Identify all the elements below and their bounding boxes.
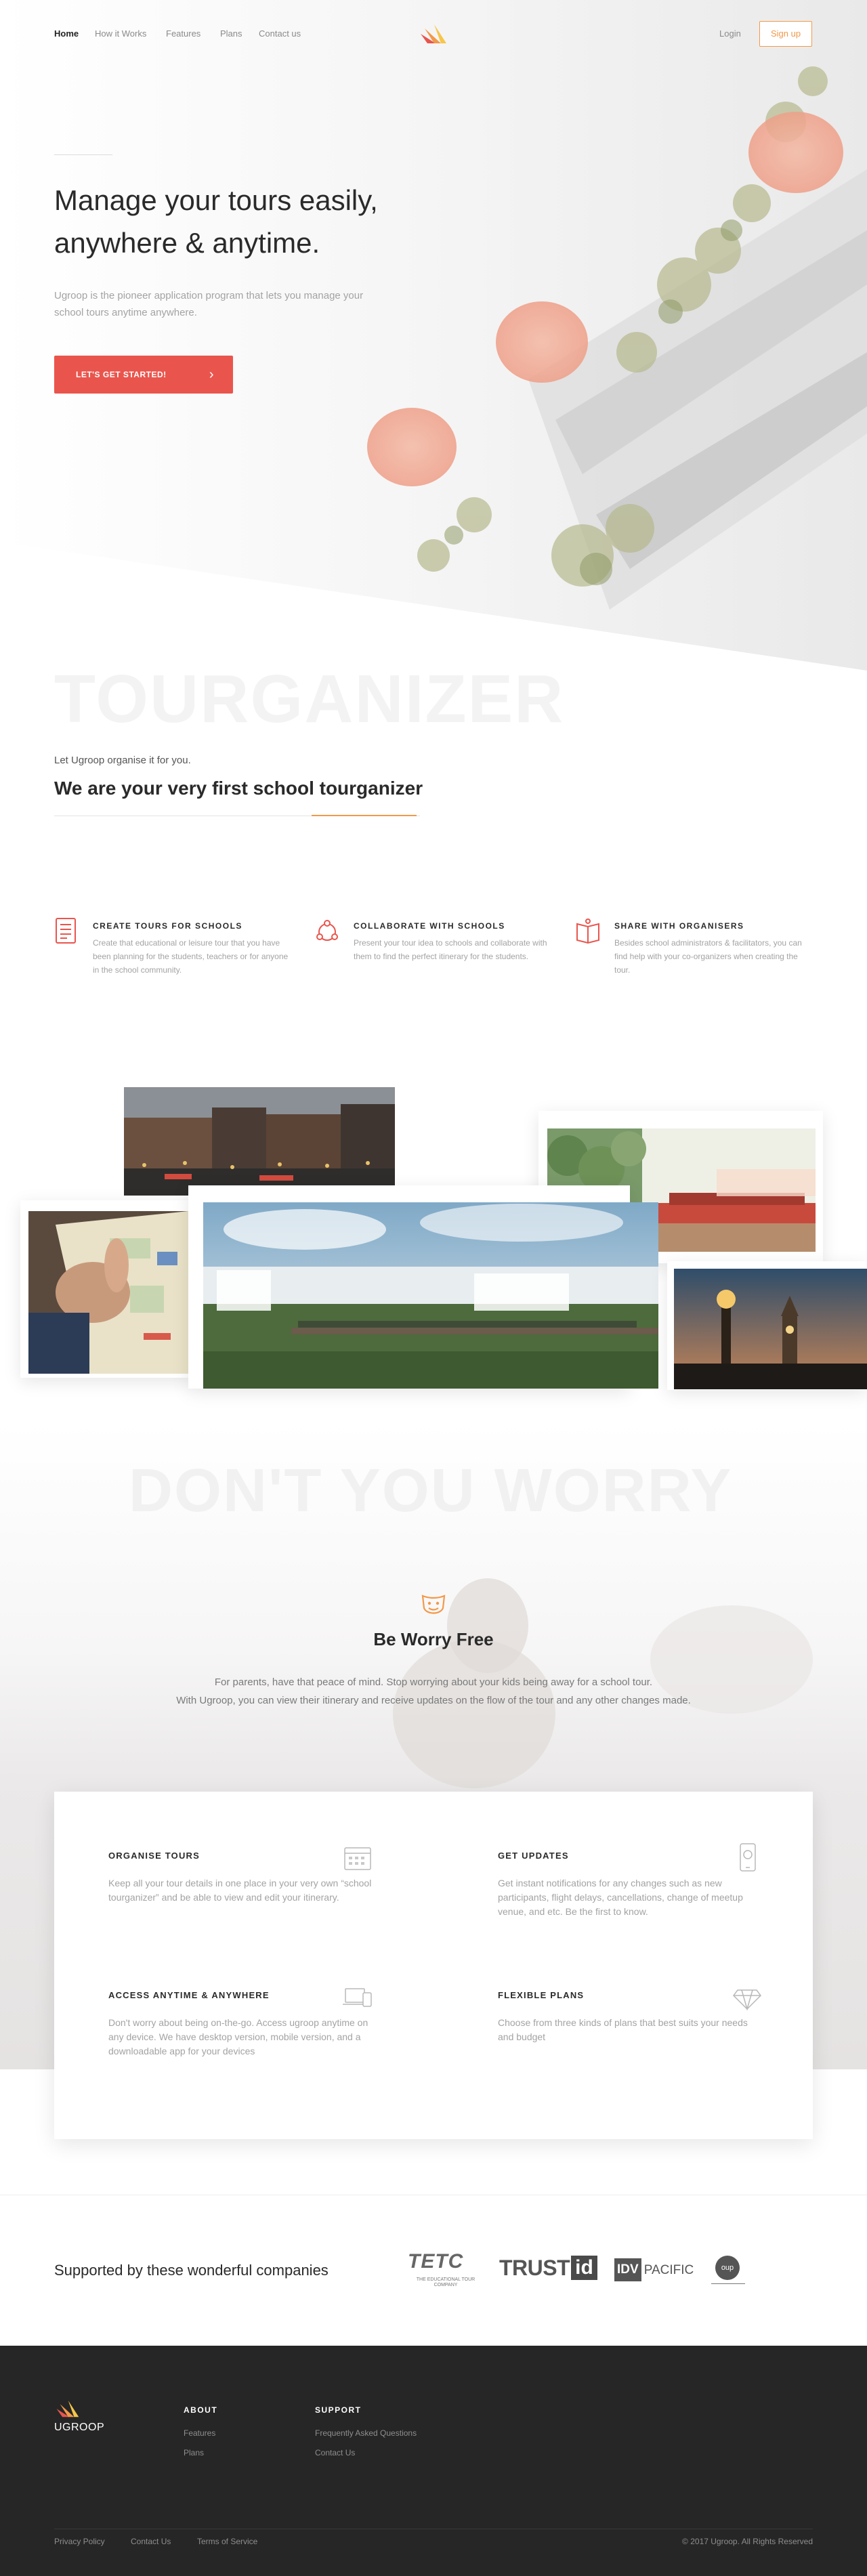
benefit-text: Choose from three kinds of plans that be…: [498, 2017, 748, 2042]
nav-contact-us[interactable]: Contact us: [259, 28, 301, 39]
partner-trust-name: TRUST: [499, 2256, 570, 2280]
document-list-icon: [56, 918, 76, 944]
footer-logo[interactable]: UGROOP: [54, 2400, 104, 2434]
feature-text: Besides school administrators & facilita…: [614, 938, 802, 975]
intro-divider-accent: [312, 815, 417, 816]
ugroop-logo-icon: [56, 2401, 79, 2417]
supporters-title: Supported by these wonderful companies: [54, 2262, 329, 2279]
worry-title: Be Worry Free: [373, 1629, 494, 1649]
benefit-title: FLEXIBLE PLANS: [498, 1990, 585, 2000]
calendar-icon: [344, 1847, 371, 1870]
nav-plans[interactable]: Plans: [220, 28, 242, 39]
map-hands-photo: [28, 1211, 188, 1374]
ugroop-logo-icon[interactable]: [418, 24, 448, 45]
benefit-text: Get instant notifications for any change…: [498, 1878, 743, 1917]
partner-tetc-tagline: THE EDUCATIONAL TOUR COMPANY: [416, 2277, 475, 2287]
hero-title-line2: anywhere & anytime.: [54, 227, 320, 259]
worry-text: For parents, have that peace of mind. St…: [95, 1673, 772, 1710]
london-night-photo: [674, 1269, 867, 1389]
benefit-text: Don't worry about being on-the-go. Acces…: [108, 2017, 368, 2056]
login-link[interactable]: Login: [719, 28, 741, 39]
partner-trustid-logo[interactable]: TRUST id: [499, 2256, 597, 2283]
benefit-title: ACCESS ANYTIME & ANYWHERE: [108, 1990, 270, 2000]
benefit-flexible-plans: FLEXIBLE PLANS Choose from three kinds o…: [498, 1989, 762, 2044]
top-navigation: Home How it Works Features Plans Contact…: [0, 0, 867, 68]
partner-idv-suffix: PACIFIC: [643, 2262, 694, 2277]
footer-about-title: ABOUT: [184, 2405, 218, 2415]
chevron-right-icon: ›: [209, 367, 214, 382]
footer-link-privacy-policy[interactable]: Privacy Policy: [54, 2537, 105, 2546]
footer-link-plans[interactable]: Plans: [184, 2448, 204, 2457]
feature-title: SHARE WITH ORGANISERS: [614, 921, 744, 931]
footer-link-features[interactable]: Features: [184, 2428, 215, 2438]
feature-text: Create that educational or leisure tour …: [93, 938, 289, 975]
partner-trust-id-mark: id: [571, 2256, 597, 2280]
footer-support-title: SUPPORT: [315, 2405, 362, 2415]
footer-link-faq[interactable]: Frequently Asked Questions: [315, 2428, 417, 2438]
hero-subtitle: Ugroop is the pioneer application progra…: [54, 290, 364, 318]
open-book-icon: [576, 919, 599, 944]
theater-masks-icon: [421, 1595, 446, 1614]
collaborate-icon: [316, 920, 338, 941]
partner-oup-underline: [711, 2283, 745, 2284]
devices-icon: [343, 1988, 372, 2007]
worry-text-line1: For parents, have that peace of mind. St…: [214, 1676, 653, 1688]
footer-link-contact[interactable]: Contact Us: [315, 2448, 355, 2457]
benefits-card: ORGANISE TOURS Keep all your tour detail…: [54, 1792, 813, 2139]
waterfall-photo: [203, 1202, 658, 1389]
get-started-label: LET'S GET STARTED!: [76, 370, 167, 379]
copyright-text: © 2017 Ugroop. All Rights Reserved: [682, 2537, 813, 2546]
footer: UGROOP ABOUT Features Plans SUPPORT Freq…: [0, 2346, 867, 2576]
nav-how-it-works[interactable]: How it Works: [95, 28, 146, 39]
intro-title: We are your very first school tourganize…: [54, 778, 423, 799]
partner-tetc-name: TETC: [408, 2250, 464, 2273]
benefit-text: Keep all your tour details in one place …: [108, 1878, 372, 1903]
benefit-access-anytime: ACCESS ANYTIME & ANYWHERE Don't worry ab…: [108, 1988, 373, 2058]
tourganizer-watermark: TOURGANIZER: [54, 661, 565, 737]
get-started-button[interactable]: LET'S GET STARTED! ›: [54, 356, 233, 394]
hero-title: Manage your tours easily, anywhere & any…: [54, 179, 434, 264]
partner-tetc-logo[interactable]: TETC THE EDUCATIONAL TOUR COMPANY: [405, 2247, 486, 2288]
worry-text-line2: With Ugroop, you can view their itinerar…: [176, 1695, 691, 1706]
hero-title-line1: Manage your tours easily,: [54, 184, 378, 216]
partner-idv-pacific-logo[interactable]: IDV PACIFIC: [614, 2258, 694, 2284]
footer-link-contact-us[interactable]: Contact Us: [131, 2537, 171, 2546]
feature-title: CREATE TOURS FOR SCHOOLS: [93, 921, 242, 931]
phone-notification-icon: [740, 1843, 756, 1872]
benefit-organise-tours: ORGANISE TOURS Keep all your tour detail…: [108, 1847, 373, 1905]
signup-button[interactable]: Sign up: [759, 21, 812, 47]
partner-oup-mark: oup: [715, 2256, 740, 2280]
nav-home[interactable]: Home: [54, 28, 79, 39]
feature-text: Present your tour idea to schools and co…: [354, 938, 547, 961]
benefit-title: GET UPDATES: [498, 1851, 569, 1861]
benefit-title: ORGANISE TOURS: [108, 1851, 200, 1861]
hero-section: Home How it Works Features Plans Contact…: [0, 0, 867, 677]
intro-eyebrow: Let Ugroop organise it for you.: [54, 755, 191, 766]
city-street-photo: [124, 1087, 395, 1196]
nav-features[interactable]: Features: [166, 28, 200, 39]
partner-oup-logo[interactable]: oup: [711, 2256, 745, 2285]
footer-brand: UGROOP: [54, 2422, 105, 2433]
partner-idv-name: IDV: [614, 2258, 641, 2281]
feature-title: COLLABORATE WITH SCHOOLS: [354, 921, 505, 931]
footer-link-terms[interactable]: Terms of Service: [197, 2537, 257, 2546]
hero-divider: [54, 154, 112, 155]
hero-background-image: [0, 0, 867, 677]
diamond-icon: [733, 1989, 761, 2011]
dont-worry-watermark: DON'T YOU WORRY: [129, 1457, 733, 1525]
benefit-get-updates: GET UPDATES Get instant notifications fo…: [498, 1843, 762, 1919]
